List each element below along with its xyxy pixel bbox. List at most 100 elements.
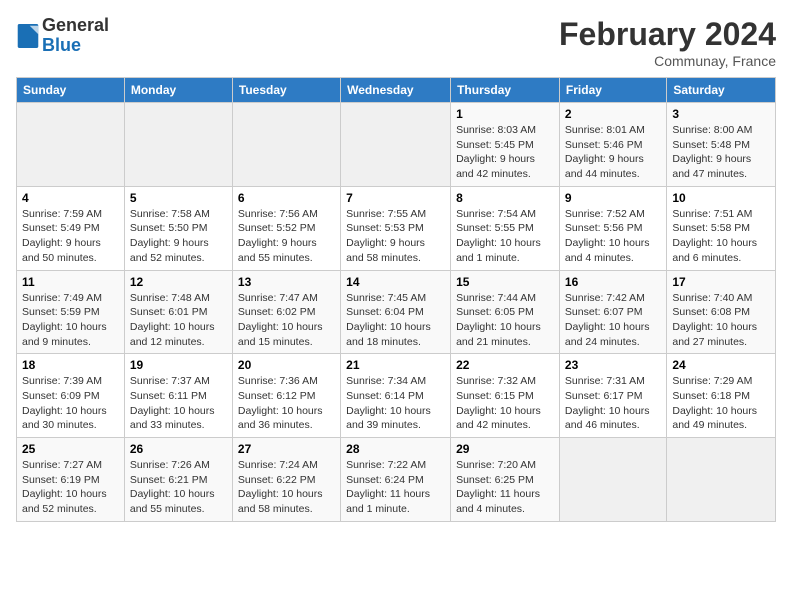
day-number: 26 (130, 442, 227, 456)
day-info: Sunrise: 7:47 AMSunset: 6:02 PMDaylight:… (238, 291, 335, 350)
calendar-cell: 26 Sunrise: 7:26 AMSunset: 6:21 PMDayligh… (124, 438, 232, 522)
day-info: Sunrise: 7:45 AMSunset: 6:04 PMDaylight:… (346, 291, 445, 350)
day-number: 19 (130, 358, 227, 372)
day-info: Sunrise: 7:52 AMSunset: 5:56 PMDaylight:… (565, 207, 661, 266)
col-header-wednesday: Wednesday (341, 78, 451, 103)
day-info: Sunrise: 7:39 AMSunset: 6:09 PMDaylight:… (22, 374, 119, 433)
calendar-cell: 23 Sunrise: 7:31 AMSunset: 6:17 PMDayligh… (559, 354, 666, 438)
col-header-thursday: Thursday (451, 78, 560, 103)
day-number: 15 (456, 275, 554, 289)
day-number: 4 (22, 191, 119, 205)
day-number: 12 (130, 275, 227, 289)
day-number: 25 (22, 442, 119, 456)
day-info: Sunrise: 7:48 AMSunset: 6:01 PMDaylight:… (130, 291, 227, 350)
day-number: 24 (672, 358, 770, 372)
day-number: 16 (565, 275, 661, 289)
col-header-friday: Friday (559, 78, 666, 103)
day-number: 10 (672, 191, 770, 205)
day-number: 3 (672, 107, 770, 121)
day-info: Sunrise: 7:20 AMSunset: 6:25 PMDaylight:… (456, 458, 554, 517)
col-header-sunday: Sunday (17, 78, 125, 103)
day-number: 13 (238, 275, 335, 289)
day-number: 23 (565, 358, 661, 372)
day-info: Sunrise: 7:59 AMSunset: 5:49 PMDaylight:… (22, 207, 119, 266)
calendar-cell (232, 103, 340, 187)
day-number: 8 (456, 191, 554, 205)
calendar-cell: 24 Sunrise: 7:29 AMSunset: 6:18 PMDayligh… (667, 354, 776, 438)
calendar-cell: 6 Sunrise: 7:56 AMSunset: 5:52 PMDaylight… (232, 186, 340, 270)
day-info: Sunrise: 8:03 AMSunset: 5:45 PMDaylight:… (456, 123, 554, 182)
calendar-cell: 13 Sunrise: 7:47 AMSunset: 6:02 PMDayligh… (232, 270, 340, 354)
day-number: 5 (130, 191, 227, 205)
title-block: February 2024 Communay, France (559, 16, 776, 69)
page-header: General Blue February 2024 Communay, Fra… (16, 16, 776, 69)
week-row-1: 4 Sunrise: 7:59 AMSunset: 5:49 PMDaylight… (17, 186, 776, 270)
day-info: Sunrise: 7:55 AMSunset: 5:53 PMDaylight:… (346, 207, 445, 266)
day-number: 7 (346, 191, 445, 205)
calendar-cell: 20Sunrise: 7:36 AMSunset: 6:12 PMDayligh… (232, 354, 340, 438)
calendar-cell: 28 Sunrise: 7:22 AMSunset: 6:24 PMDayligh… (341, 438, 451, 522)
week-row-0: 1 Sunrise: 8:03 AMSunset: 5:45 PMDaylight… (17, 103, 776, 187)
day-info: Sunrise: 7:34 AMSunset: 6:14 PMDaylight:… (346, 374, 445, 433)
day-number: 21 (346, 358, 445, 372)
calendar-cell: 14 Sunrise: 7:45 AMSunset: 6:04 PMDayligh… (341, 270, 451, 354)
day-number: 17 (672, 275, 770, 289)
day-info: Sunrise: 7:31 AMSunset: 6:17 PMDaylight:… (565, 374, 661, 433)
calendar-cell: 8 Sunrise: 7:54 AMSunset: 5:55 PMDaylight… (451, 186, 560, 270)
calendar-cell: 2 Sunrise: 8:01 AMSunset: 5:46 PMDaylight… (559, 103, 666, 187)
calendar-cell: 11Sunrise: 7:49 AMSunset: 5:59 PMDayligh… (17, 270, 125, 354)
calendar-cell: 19 Sunrise: 7:37 AMSunset: 6:11 PMDayligh… (124, 354, 232, 438)
calendar-cell: 15 Sunrise: 7:44 AMSunset: 6:05 PMDayligh… (451, 270, 560, 354)
day-number: 18 (22, 358, 119, 372)
day-info: Sunrise: 7:42 AMSunset: 6:07 PMDaylight:… (565, 291, 661, 350)
calendar-cell: 4 Sunrise: 7:59 AMSunset: 5:49 PMDaylight… (17, 186, 125, 270)
day-info: Sunrise: 7:54 AMSunset: 5:55 PMDaylight:… (456, 207, 554, 266)
calendar-cell: 29 Sunrise: 7:20 AMSunset: 6:25 PMDayligh… (451, 438, 560, 522)
calendar-cell (667, 438, 776, 522)
day-info: Sunrise: 7:26 AMSunset: 6:21 PMDaylight:… (130, 458, 227, 517)
day-info: Sunrise: 7:44 AMSunset: 6:05 PMDaylight:… (456, 291, 554, 350)
week-row-4: 25Sunrise: 7:27 AMSunset: 6:19 PMDayligh… (17, 438, 776, 522)
day-info: Sunrise: 7:56 AMSunset: 5:52 PMDaylight:… (238, 207, 335, 266)
day-info: Sunrise: 7:49 AMSunset: 5:59 PMDaylight:… (22, 291, 119, 350)
day-info: Sunrise: 7:29 AMSunset: 6:18 PMDaylight:… (672, 374, 770, 433)
day-info: Sunrise: 7:32 AMSunset: 6:15 PMDaylight:… (456, 374, 554, 433)
day-number: 6 (238, 191, 335, 205)
calendar-cell (124, 103, 232, 187)
logo-text: General Blue (42, 16, 109, 56)
calendar-cell: 12 Sunrise: 7:48 AMSunset: 6:01 PMDayligh… (124, 270, 232, 354)
calendar-cell: 9Sunrise: 7:52 AMSunset: 5:56 PMDaylight… (559, 186, 666, 270)
calendar-cell: 21 Sunrise: 7:34 AMSunset: 6:14 PMDayligh… (341, 354, 451, 438)
col-header-saturday: Saturday (667, 78, 776, 103)
day-number: 14 (346, 275, 445, 289)
day-info: Sunrise: 7:37 AMSunset: 6:11 PMDaylight:… (130, 374, 227, 433)
day-info: Sunrise: 8:01 AMSunset: 5:46 PMDaylight:… (565, 123, 661, 182)
calendar-body: 1 Sunrise: 8:03 AMSunset: 5:45 PMDaylight… (17, 103, 776, 522)
day-info: Sunrise: 7:51 AMSunset: 5:58 PMDaylight:… (672, 207, 770, 266)
day-number: 2 (565, 107, 661, 121)
calendar-cell: 27Sunrise: 7:24 AMSunset: 6:22 PMDayligh… (232, 438, 340, 522)
day-number: 28 (346, 442, 445, 456)
calendar-cell: 1 Sunrise: 8:03 AMSunset: 5:45 PMDaylight… (451, 103, 560, 187)
logo-blue: Blue (42, 36, 109, 56)
day-number: 27 (238, 442, 335, 456)
calendar-cell: 10 Sunrise: 7:51 AMSunset: 5:58 PMDayligh… (667, 186, 776, 270)
day-info: Sunrise: 7:36 AMSunset: 6:12 PMDaylight:… (238, 374, 335, 433)
day-info: Sunrise: 7:22 AMSunset: 6:24 PMDaylight:… (346, 458, 445, 517)
day-info: Sunrise: 7:58 AMSunset: 5:50 PMDaylight:… (130, 207, 227, 266)
calendar-table: SundayMondayTuesdayWednesdayThursdayFrid… (16, 77, 776, 522)
calendar-cell (559, 438, 666, 522)
day-number: 1 (456, 107, 554, 121)
col-header-tuesday: Tuesday (232, 78, 340, 103)
logo: General Blue (16, 16, 109, 56)
day-number: 22 (456, 358, 554, 372)
calendar-cell (17, 103, 125, 187)
calendar-cell: 17 Sunrise: 7:40 AMSunset: 6:08 PMDayligh… (667, 270, 776, 354)
month-title: February 2024 (559, 16, 776, 53)
calendar-cell: 22 Sunrise: 7:32 AMSunset: 6:15 PMDayligh… (451, 354, 560, 438)
calendar-cell: 25Sunrise: 7:27 AMSunset: 6:19 PMDayligh… (17, 438, 125, 522)
calendar-cell: 16 Sunrise: 7:42 AMSunset: 6:07 PMDayligh… (559, 270, 666, 354)
day-info: Sunrise: 7:40 AMSunset: 6:08 PMDaylight:… (672, 291, 770, 350)
logo-icon (16, 22, 40, 50)
day-number: 29 (456, 442, 554, 456)
